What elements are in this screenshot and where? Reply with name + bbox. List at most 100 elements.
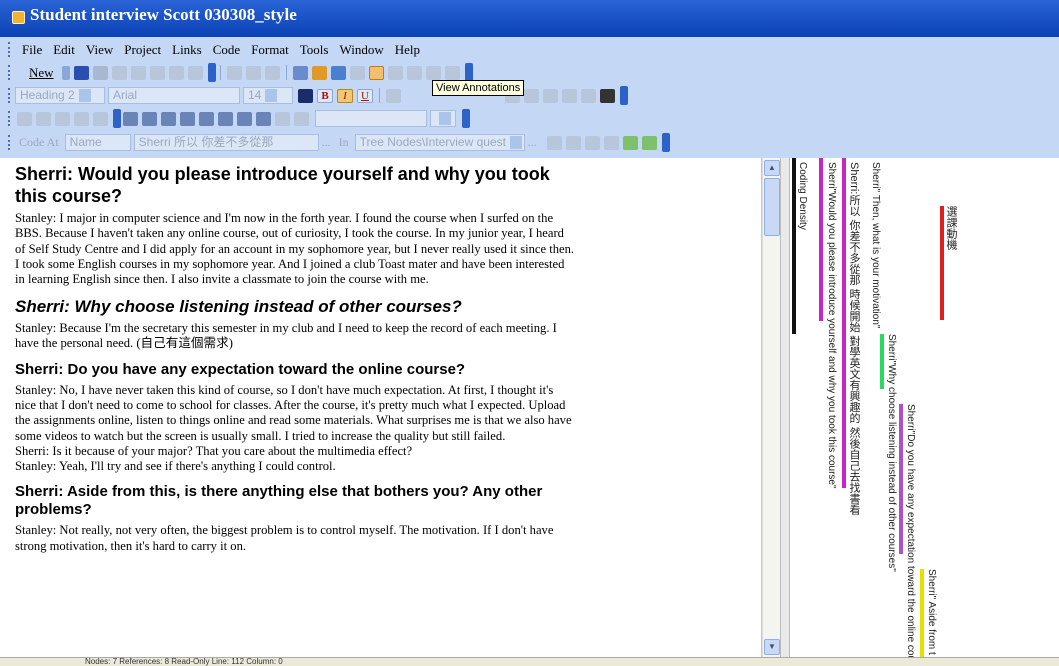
toolbar-end-icon[interactable] xyxy=(661,133,670,152)
menu-window[interactable]: Window xyxy=(339,42,383,58)
italic-button[interactable]: I xyxy=(337,88,353,103)
filter-icon[interactable] xyxy=(425,65,441,80)
sort-icon[interactable] xyxy=(406,65,422,80)
stripe-label[interactable]: Sherri" Aside from t xyxy=(926,569,937,655)
grid-icon[interactable] xyxy=(123,111,138,126)
bold-button[interactable]: B xyxy=(317,88,333,103)
toolbar-grip[interactable] xyxy=(8,88,11,103)
view-annotations-icon[interactable] xyxy=(368,65,384,80)
chart-icon[interactable] xyxy=(292,65,308,80)
menu-view[interactable]: View xyxy=(86,42,113,58)
link-icon[interactable] xyxy=(311,65,327,80)
save-icon[interactable] xyxy=(73,65,89,80)
browser-icon[interactable] xyxy=(330,65,346,80)
copy-icon[interactable] xyxy=(149,65,165,80)
coding-stripe[interactable] xyxy=(899,404,903,554)
undo-icon[interactable] xyxy=(55,111,70,126)
toolbar-grip[interactable] xyxy=(8,135,11,150)
code-in-vivo-icon[interactable] xyxy=(622,135,638,150)
grid-icon[interactable] xyxy=(218,111,233,126)
toolbar-end-icon[interactable] xyxy=(462,109,470,128)
grid-icon[interactable] xyxy=(199,111,214,126)
size-select[interactable]: 14 xyxy=(243,87,293,104)
toolbar-end-icon[interactable] xyxy=(113,109,121,128)
menu-links[interactable]: Links xyxy=(172,42,202,58)
document-scrollbar[interactable]: ▲ ▼ xyxy=(762,158,780,657)
audio-icon[interactable] xyxy=(294,111,309,126)
play-icon[interactable] xyxy=(275,111,290,126)
code-selection-icon[interactable] xyxy=(641,135,657,150)
grid-icon[interactable] xyxy=(256,111,271,126)
scroll-up-icon[interactable]: ▲ xyxy=(764,160,780,176)
grid-icon[interactable] xyxy=(237,111,252,126)
toolbar-grip[interactable] xyxy=(8,65,11,80)
new-button[interactable]: New xyxy=(29,65,54,81)
browse-location-button[interactable]: ... xyxy=(528,135,537,150)
indent-icon[interactable] xyxy=(543,88,558,103)
stripe-label[interactable]: Sherri:所以 你差不多從那 時候開始 對學英文有興趣的 然後自己去找書看 xyxy=(848,162,860,515)
document-pane[interactable]: Sherri: Would you please introduce yours… xyxy=(0,158,762,657)
redo-icon[interactable] xyxy=(74,111,89,126)
pane-splitter[interactable] xyxy=(780,158,790,657)
coding-stripe[interactable] xyxy=(920,569,924,657)
find-icon[interactable] xyxy=(387,65,403,80)
location-select[interactable]: Tree Nodes\Interview quest xyxy=(354,134,525,151)
uncode-icon[interactable] xyxy=(565,135,581,150)
stripe-label[interactable]: Sherri"Would you please introduce yourse… xyxy=(826,162,837,489)
menu-project[interactable]: Project xyxy=(124,42,161,58)
menu-edit[interactable]: Edit xyxy=(53,42,75,58)
scroll-down-icon[interactable]: ▼ xyxy=(764,639,780,655)
new-node-icon[interactable] xyxy=(584,135,600,150)
menu-code[interactable]: Code xyxy=(213,42,240,58)
underline-button[interactable]: U xyxy=(357,88,373,103)
list-icon[interactable] xyxy=(226,65,242,80)
toolbar-grip[interactable] xyxy=(8,111,11,126)
scroll-thumb[interactable] xyxy=(764,178,780,236)
grid-icon[interactable] xyxy=(142,111,157,126)
numbering-icon[interactable] xyxy=(581,88,596,103)
font-select[interactable]: Arial xyxy=(108,87,240,104)
forward-icon[interactable] xyxy=(36,111,51,126)
paste-icon[interactable] xyxy=(168,65,184,80)
indent-icon[interactable] xyxy=(245,65,261,80)
view-select[interactable] xyxy=(315,110,427,127)
highlight-icon[interactable] xyxy=(386,88,401,103)
menu-help[interactable]: Help xyxy=(395,42,420,58)
cut-icon[interactable] xyxy=(130,65,146,80)
stripe-label[interactable]: Sherri" Then, what is your motivation" xyxy=(870,162,881,328)
coding-stripe[interactable] xyxy=(940,206,944,320)
name-select[interactable]: Name xyxy=(64,134,131,151)
binoculars-icon[interactable] xyxy=(600,88,615,103)
add-icon[interactable] xyxy=(603,135,619,150)
stripe-label[interactable]: Sherri"Why choose listening instead of o… xyxy=(886,334,897,572)
menu-tools[interactable]: Tools xyxy=(300,42,329,58)
refresh-icon[interactable] xyxy=(93,111,108,126)
line-icon[interactable] xyxy=(264,65,280,80)
preview-icon[interactable] xyxy=(111,65,127,80)
grid-icon[interactable] xyxy=(180,111,195,126)
stripe-label[interactable]: 選課動機 xyxy=(945,206,957,250)
stripe-label[interactable]: Sherri"Do you have any expectation towar… xyxy=(905,404,916,657)
coding-stripe[interactable] xyxy=(819,158,823,321)
new-dropdown-icon[interactable] xyxy=(61,65,70,80)
browse-button[interactable]: ... xyxy=(322,135,331,150)
view-dropdown[interactable] xyxy=(430,110,456,127)
toolbar-end-icon[interactable] xyxy=(207,63,216,82)
font-color-icon[interactable] xyxy=(298,88,313,103)
menu-grip[interactable] xyxy=(8,42,11,57)
back-icon[interactable] xyxy=(17,111,32,126)
toolbar-end-icon[interactable] xyxy=(620,86,628,105)
code-icon[interactable] xyxy=(546,135,562,150)
style-select[interactable]: Heading 2 xyxy=(15,87,105,104)
grid-icon[interactable] xyxy=(161,111,176,126)
menu-format[interactable]: Format xyxy=(251,42,289,58)
print-icon[interactable] xyxy=(92,65,108,80)
outdent-icon[interactable] xyxy=(524,88,539,103)
model-icon[interactable] xyxy=(349,65,365,80)
properties-icon[interactable] xyxy=(444,65,460,80)
undo-icon[interactable] xyxy=(187,65,203,80)
menu-file[interactable]: File xyxy=(22,42,42,58)
bullets-icon[interactable] xyxy=(562,88,577,103)
coding-stripe[interactable] xyxy=(842,158,846,488)
coding-stripe[interactable] xyxy=(880,334,884,389)
